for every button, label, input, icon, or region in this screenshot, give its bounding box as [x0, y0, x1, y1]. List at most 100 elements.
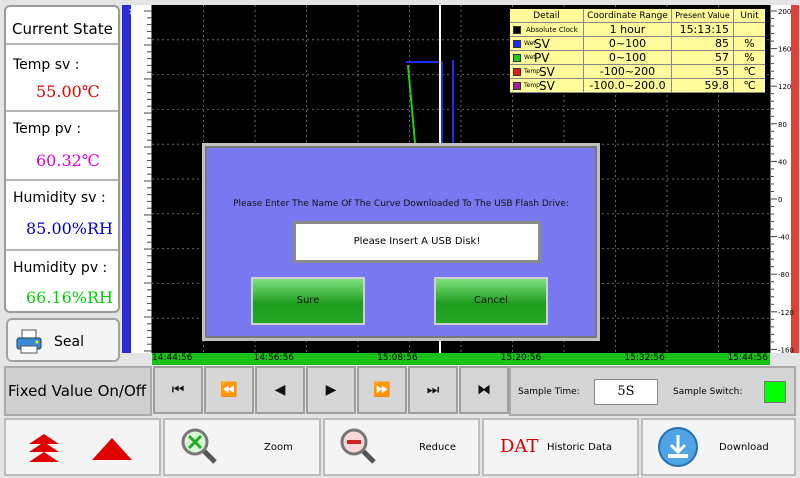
legend-header: Detail Coordinate Range Present Value Un…: [510, 9, 765, 23]
legend-name: SV: [539, 65, 555, 79]
panel-title: Current State: [6, 9, 118, 45]
sample-panel: Sample Time: 5S Sample Switch:: [509, 366, 796, 416]
humidity-pv-label: Humidity pv :: [13, 260, 108, 276]
curve-name-input[interactable]: Please Insert A USB Disk!: [293, 221, 541, 263]
axis-tick-label: 80: [133, 76, 142, 84]
sample-switch-toggle[interactable]: [764, 381, 786, 403]
download-button[interactable]: Download: [641, 418, 796, 476]
legend-range: -100.0~200.0: [584, 79, 672, 93]
legend-range: -100~200: [584, 65, 672, 79]
legend-range: 0~100: [584, 37, 672, 51]
up-arrows-icon: [29, 434, 132, 462]
temp-sv-value: 55.00℃: [36, 82, 100, 101]
sample-time-input[interactable]: 5S: [594, 379, 658, 405]
legend-detail: Wet SV: [510, 37, 584, 51]
cancel-button[interactable]: Cancel: [434, 277, 548, 325]
legend-swatch: [513, 68, 521, 76]
divider: [6, 110, 118, 112]
time-axis-label: 14:44:56: [152, 353, 193, 363]
axis-tick-label: 40: [133, 212, 142, 220]
step-forward-button[interactable]: ▶: [306, 366, 356, 414]
zoom-in-icon: [181, 428, 217, 464]
seal-printer-icon: [16, 329, 42, 354]
axis-tick-label: 0: [138, 348, 142, 353]
historic-data-button[interactable]: DAT Historic Data: [482, 418, 639, 476]
seal-button[interactable]: Seal: [6, 318, 120, 362]
legend-header-value: Present Value: [672, 9, 734, 23]
legend-name: SV: [539, 79, 555, 93]
fit-range-button[interactable]: ⧓: [459, 366, 509, 414]
axis-tick-label: -160: [778, 346, 794, 353]
historic-data-label: Historic Data: [547, 442, 612, 453]
axis-tick-label: -120: [778, 309, 794, 317]
axis-tick-label: -80: [778, 271, 789, 279]
legend-row: Wet SV 0~100 85%: [510, 37, 765, 51]
legend-detail: Temp SV: [510, 79, 584, 93]
axis-tick-label: 40: [778, 158, 787, 166]
axis-tick-label: 60: [133, 144, 142, 152]
legend-row: Absolute Clock 1 hour 15:13:15: [510, 23, 765, 37]
legend-swatch: [513, 82, 521, 90]
legend-range: 1 hour: [584, 23, 672, 37]
seal-label: Seal: [54, 334, 84, 350]
legend-detail: Temp SV: [510, 65, 584, 79]
skip-to-end-button[interactable]: ⏭: [408, 366, 458, 414]
legend-name: Absolute Clock: [526, 26, 578, 34]
fast-backward-icon: ⏪: [220, 382, 238, 398]
axis-tick-label: 160: [778, 46, 791, 54]
sure-button[interactable]: Sure: [251, 277, 365, 325]
zoom-out-icon: [340, 428, 376, 464]
fixed-value-toggle-button[interactable]: Fixed Value On/Off: [4, 366, 152, 416]
time-axis-label: 15:20:56: [500, 353, 542, 363]
humidity-sv-value: 85.00%RH: [26, 219, 114, 238]
download-icon: [658, 427, 698, 467]
legend-unit: ℃: [743, 65, 756, 78]
legend-swatch: [513, 40, 521, 48]
screen: Current State Temp sv : 55.00℃ Temp pv :…: [0, 0, 800, 478]
divider: [6, 179, 118, 181]
current-state-panel: Current State Temp sv : 55.00℃ Temp pv :…: [4, 5, 120, 313]
skip-to-start-button[interactable]: ⏮: [153, 366, 203, 414]
time-axis-label: 15:44:56: [727, 353, 768, 363]
axis-tick-label: 90: [133, 42, 142, 50]
right-axis-ticks: 200 160 120 80 40 0 -40 -80 -120 -160: [771, 8, 794, 353]
axis-tick-label: 0: [778, 196, 782, 204]
reduce-button[interactable]: Reduce: [323, 418, 480, 476]
zoom-button[interactable]: Zoom: [163, 418, 321, 476]
legend-unit: ℃: [743, 79, 756, 92]
legend-prefix: Temp: [524, 68, 540, 75]
fast-forward-button[interactable]: ⏩: [357, 366, 407, 414]
step-backward-icon: ◀: [274, 382, 286, 398]
time-axis-label: 15:08:56: [377, 353, 418, 363]
axis-tick-label: 20: [133, 280, 142, 288]
zoom-label: Zoom: [264, 442, 293, 453]
legend-swatch: [513, 54, 521, 62]
left-axis: 100 90 80 70 60 50 40 30 20 10 0: [122, 5, 152, 353]
axis-tick-label: 100: [129, 8, 142, 16]
sample-time-label: Sample Time:: [518, 387, 580, 397]
scroll-up-button[interactable]: [4, 418, 161, 476]
dat-icon: DAT: [500, 436, 539, 457]
legend-unit: %: [744, 51, 755, 64]
right-axis: 200 160 120 80 40 0 -40 -80 -120 -160: [770, 5, 799, 353]
legend-value: 57: [672, 51, 734, 65]
legend-unit: [734, 23, 765, 37]
legend-value: 85: [672, 37, 734, 51]
legend-table: Detail Coordinate Range Present Value Un…: [510, 9, 765, 93]
legend-row: Wet PV 0~100 57%: [510, 51, 765, 65]
legend-value: 55: [672, 65, 734, 79]
sample-switch-label: Sample Switch:: [673, 387, 743, 397]
time-axis: 14:44:56 14:56:56 15:08:56 15:20:56 15:32:56…: [152, 353, 770, 365]
time-axis-label: 15:32:56: [624, 353, 665, 363]
legend-swatch: [513, 26, 521, 34]
axis-tick-label: 50: [133, 178, 142, 186]
temp-pv-label: Temp pv :: [13, 121, 82, 137]
legend-value: 59.8: [672, 79, 734, 93]
usb-download-dialog: Please Enter The Name Of The Curve Downl…: [202, 143, 600, 341]
divider: [6, 249, 118, 251]
step-backward-button[interactable]: ◀: [255, 366, 305, 414]
legend-header-range: Coordinate Range: [584, 9, 672, 23]
fast-backward-button[interactable]: ⏪: [204, 366, 254, 414]
axis-tick-label: 80: [778, 121, 787, 129]
skip-to-start-icon: ⏮: [171, 382, 185, 398]
